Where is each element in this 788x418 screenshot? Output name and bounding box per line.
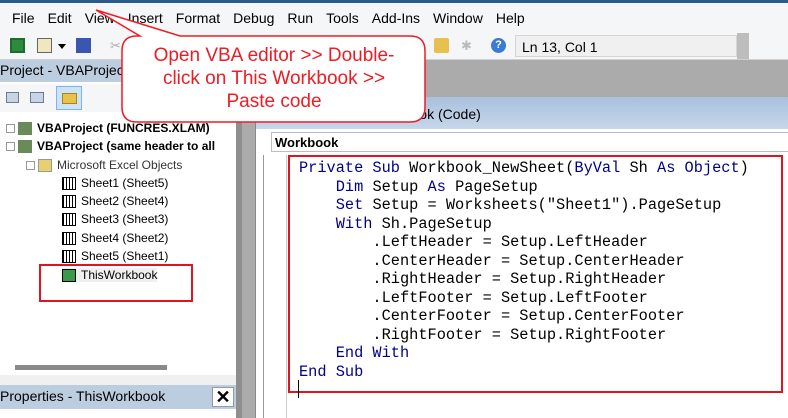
tree-item-sheet[interactable]: Sheet5 (Sheet1) bbox=[62, 249, 168, 264]
view-code-icon[interactable] bbox=[6, 92, 19, 103]
tree-item-sheet[interactable]: Sheet2 (Sheet4) bbox=[62, 194, 168, 209]
cursor-position: Ln 13, Col 1 bbox=[515, 35, 737, 57]
menu-file[interactable]: File bbox=[12, 10, 35, 26]
tree-item-vbaproject[interactable]: VBAProject (same header to all bbox=[6, 139, 215, 154]
project-icon bbox=[18, 122, 32, 136]
cut-icon[interactable]: ✂ bbox=[110, 38, 125, 53]
toolbox-icon[interactable] bbox=[434, 38, 449, 53]
menu-add-ins[interactable]: Add-Ins bbox=[372, 10, 420, 26]
sheet-icon bbox=[62, 232, 76, 246]
tree-folder-excel-objects[interactable]: Microsoft Excel Objects bbox=[26, 158, 182, 173]
sheet-icon bbox=[62, 250, 76, 264]
menu-bar: File Edit View Insert Format Debug Run Tools Add… bbox=[0, 3, 788, 32]
highlight-box-thisworkbook bbox=[39, 264, 193, 302]
horizontal-scrollbar[interactable] bbox=[15, 365, 167, 370]
project-icon bbox=[18, 140, 32, 154]
toggle-folders-button[interactable] bbox=[56, 86, 82, 110]
menu-format[interactable]: Format bbox=[176, 10, 220, 26]
dropdown-arrow-icon[interactable] bbox=[58, 44, 66, 49]
collapse-icon[interactable] bbox=[26, 161, 35, 171]
tree-item-sheet[interactable]: Sheet1 (Sheet5) bbox=[62, 176, 168, 191]
folder-icon bbox=[38, 159, 52, 173]
collapse-icon[interactable] bbox=[6, 142, 15, 152]
pane-divider bbox=[0, 375, 236, 385]
menu-window[interactable]: Window bbox=[433, 10, 483, 26]
insert-userform-icon[interactable] bbox=[37, 38, 52, 53]
tree-item-sheet[interactable]: Sheet3 (Sheet3) bbox=[62, 212, 168, 227]
margin-indicator-bar bbox=[263, 155, 287, 418]
pin-icon[interactable]: ✱ bbox=[461, 38, 476, 53]
tree-item-funcres[interactable]: VBAProject (FUNCRES.XLAM) bbox=[6, 121, 210, 136]
sheet-icon bbox=[62, 213, 76, 227]
excel-icon[interactable] bbox=[10, 38, 25, 53]
highlight-box-code bbox=[288, 155, 783, 393]
sheet-icon bbox=[62, 177, 76, 191]
pane-splitter[interactable] bbox=[236, 60, 242, 418]
object-dropdown[interactable]: Workbook bbox=[271, 132, 788, 152]
sheet-icon bbox=[62, 195, 76, 209]
tree-item-sheet[interactable]: Sheet4 (Sheet2) bbox=[62, 231, 168, 246]
save-icon[interactable] bbox=[76, 38, 91, 53]
menu-run[interactable]: Run bbox=[287, 10, 313, 26]
menu-debug[interactable]: Debug bbox=[233, 10, 274, 26]
help-icon[interactable]: ? bbox=[491, 38, 506, 53]
text-cursor bbox=[298, 380, 299, 398]
menu-help[interactable]: Help bbox=[496, 10, 525, 26]
expand-icon[interactable] bbox=[6, 124, 15, 134]
menu-insert[interactable]: Insert bbox=[128, 10, 163, 26]
menu-tools[interactable]: Tools bbox=[326, 10, 359, 26]
close-properties-button[interactable]: ✕ bbox=[212, 387, 234, 407]
menu-edit[interactable]: Edit bbox=[48, 10, 72, 26]
properties-pane-title: Properties - ThisWorkbook bbox=[0, 385, 236, 409]
callout-text: Open VBA editor >> Double- click on This… bbox=[153, 45, 395, 112]
menu-view[interactable]: View bbox=[85, 10, 115, 26]
view-object-icon[interactable] bbox=[30, 92, 44, 103]
properties-pane bbox=[0, 409, 236, 418]
toolbar-options-button[interactable] bbox=[737, 33, 749, 59]
